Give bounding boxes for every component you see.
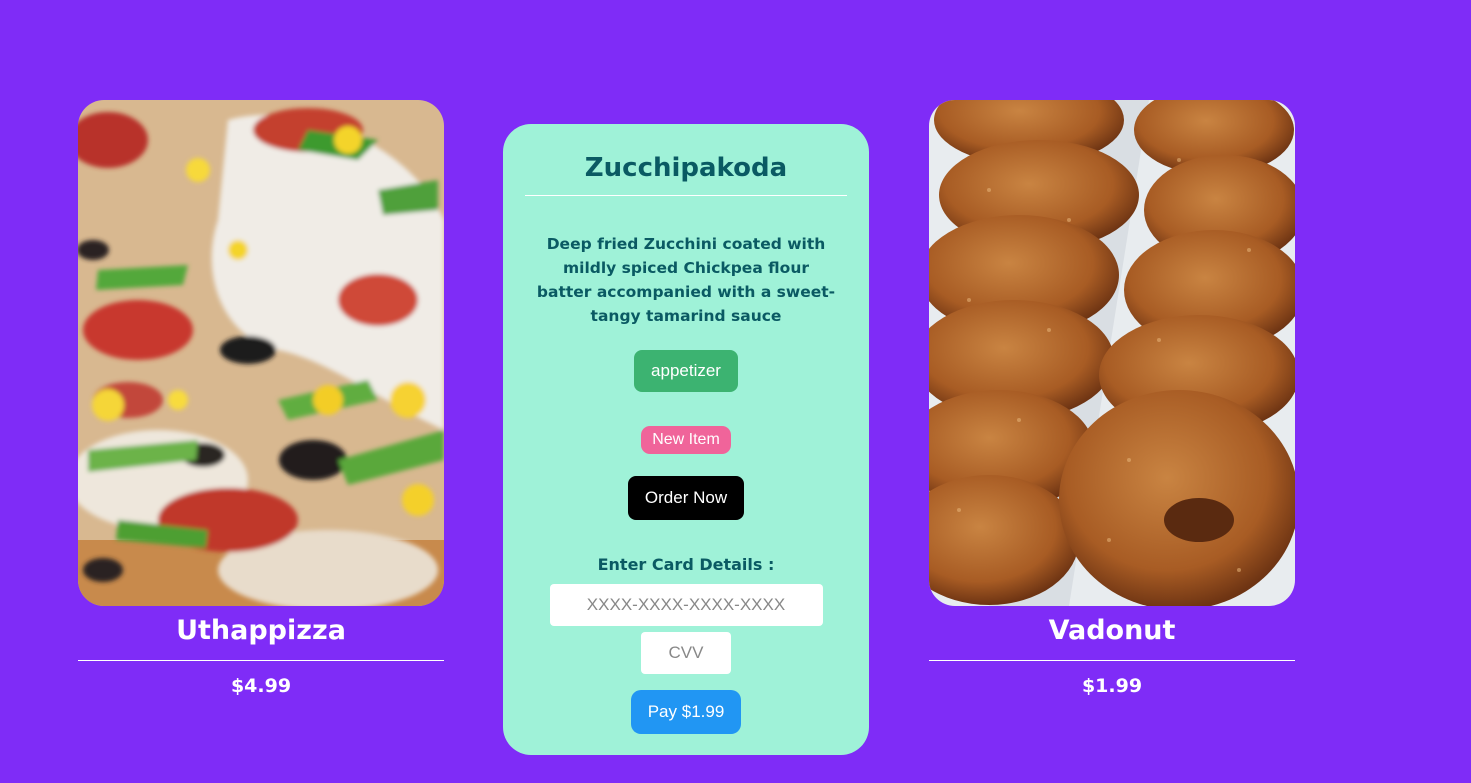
product-card-vadonut[interactable]: Vadonut $1.99 (929, 100, 1295, 697)
card-details-label: Enter Card Details : (597, 555, 775, 574)
card-number-input[interactable] (549, 584, 823, 626)
product-price: $4.99 (230, 675, 292, 697)
new-item-badge: New Item (641, 426, 731, 454)
pizza-image[interactable] (78, 100, 444, 606)
product-name: Vadonut (929, 614, 1295, 661)
product-name: Uthappizza (78, 614, 444, 661)
category-button[interactable]: appetizer (634, 350, 738, 392)
product-card-uthappizza[interactable]: Uthappizza $4.99 (78, 100, 444, 697)
donut-image[interactable] (929, 100, 1295, 606)
cvv-input[interactable] (641, 632, 731, 674)
product-price: $1.99 (1081, 675, 1143, 697)
product-detail-card: Zucchipakoda Deep fried Zucchini coated … (503, 124, 869, 755)
detail-description: Deep fried Zucchini coated with mildly s… (536, 235, 836, 325)
detail-title: Zucchipakoda (525, 151, 847, 196)
order-now-button[interactable]: Order Now (627, 476, 745, 520)
pay-button[interactable]: Pay $1.99 (630, 690, 742, 734)
